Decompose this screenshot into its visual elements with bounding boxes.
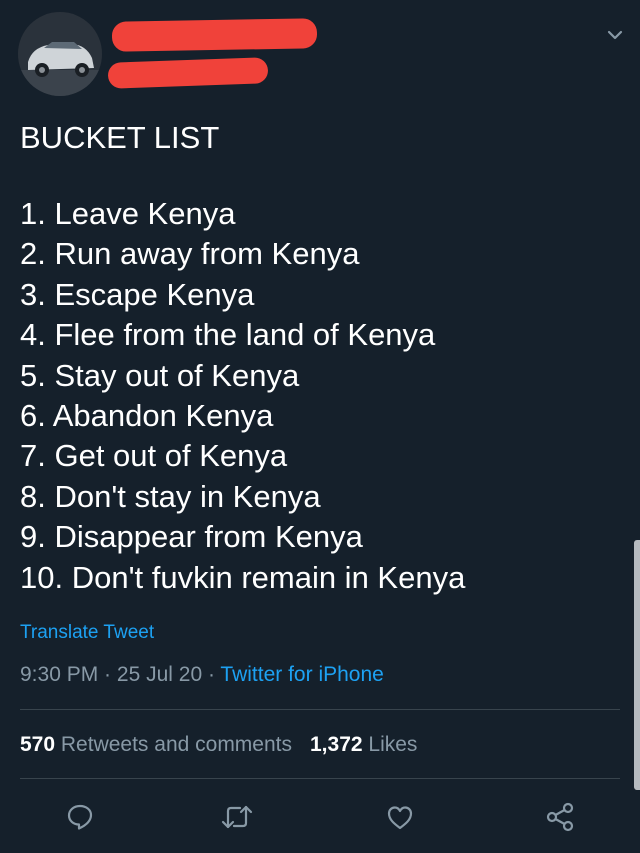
redacted-username: [107, 57, 269, 89]
tweet-date: 25 Jul 20: [116, 663, 203, 686]
chevron-down-icon[interactable]: [604, 24, 626, 46]
list-item: 1. Leave Kenya: [20, 196, 236, 231]
heart-icon: [387, 806, 413, 830]
retweets-count: 570: [20, 733, 56, 756]
tweet-title: BUCKET LIST: [20, 120, 220, 155]
list-item: 5. Stay out of Kenya: [20, 357, 300, 393]
translate-tweet-link[interactable]: Translate Tweet: [20, 622, 154, 644]
like-button[interactable]: [378, 795, 422, 839]
list-item: 3. Escape Kenya: [20, 276, 255, 312]
retweets-stat[interactable]: 570 Retweets and comments: [20, 733, 292, 756]
retweet-button[interactable]: [215, 795, 259, 839]
list-item: 9. Disappear from Kenya: [20, 519, 363, 555]
list-item: 2. Run away from Kenya: [20, 236, 360, 272]
share-icon: [546, 802, 574, 832]
tweet-source-link[interactable]: Twitter for iPhone: [220, 663, 383, 686]
comment-icon: [67, 804, 93, 830]
redacted-display-name: [111, 18, 318, 52]
avatar[interactable]: [18, 12, 102, 96]
tweet-meta: 9:30 PM · 25 Jul 20 · Twitter for iPhone: [20, 663, 384, 687]
list-item: 7. Get out of Kenya: [20, 438, 288, 474]
car-avatar-image: [18, 12, 102, 96]
share-button[interactable]: [538, 795, 582, 839]
list-item: 4. Flee from the land of Kenya: [20, 317, 436, 353]
scrollbar[interactable]: [634, 540, 640, 790]
divider: [20, 778, 620, 779]
bucket-list: 1. Leave Kenya 2. Run away from Kenya 3.…: [20, 194, 620, 598]
tweet-header: [0, 0, 640, 110]
likes-label: Likes: [368, 733, 418, 756]
likes-count: 1,372: [310, 733, 363, 756]
tweet-stats: 570 Retweets and comments 1,372 Likes: [20, 733, 417, 757]
tweet-actions: [0, 795, 640, 839]
list-item: 10. Don't fuvkin remain in Kenya: [20, 559, 466, 595]
tweet-time: 9:30 PM: [20, 663, 99, 686]
meta-separator: ·: [98, 663, 117, 686]
reply-button[interactable]: [58, 795, 102, 839]
divider: [20, 709, 620, 710]
retweets-label: Retweets and comments: [60, 733, 292, 756]
list-item: 6. Abandon Kenya: [20, 398, 274, 434]
likes-stat[interactable]: 1,372 Likes: [310, 733, 417, 756]
retweet-icon: [221, 805, 253, 829]
meta-separator: ·: [202, 663, 221, 686]
list-item: 8. Don't stay in Kenya: [20, 478, 321, 514]
tweet-body: BUCKET LIST 1. Leave Kenya 2. Run away f…: [20, 118, 620, 598]
